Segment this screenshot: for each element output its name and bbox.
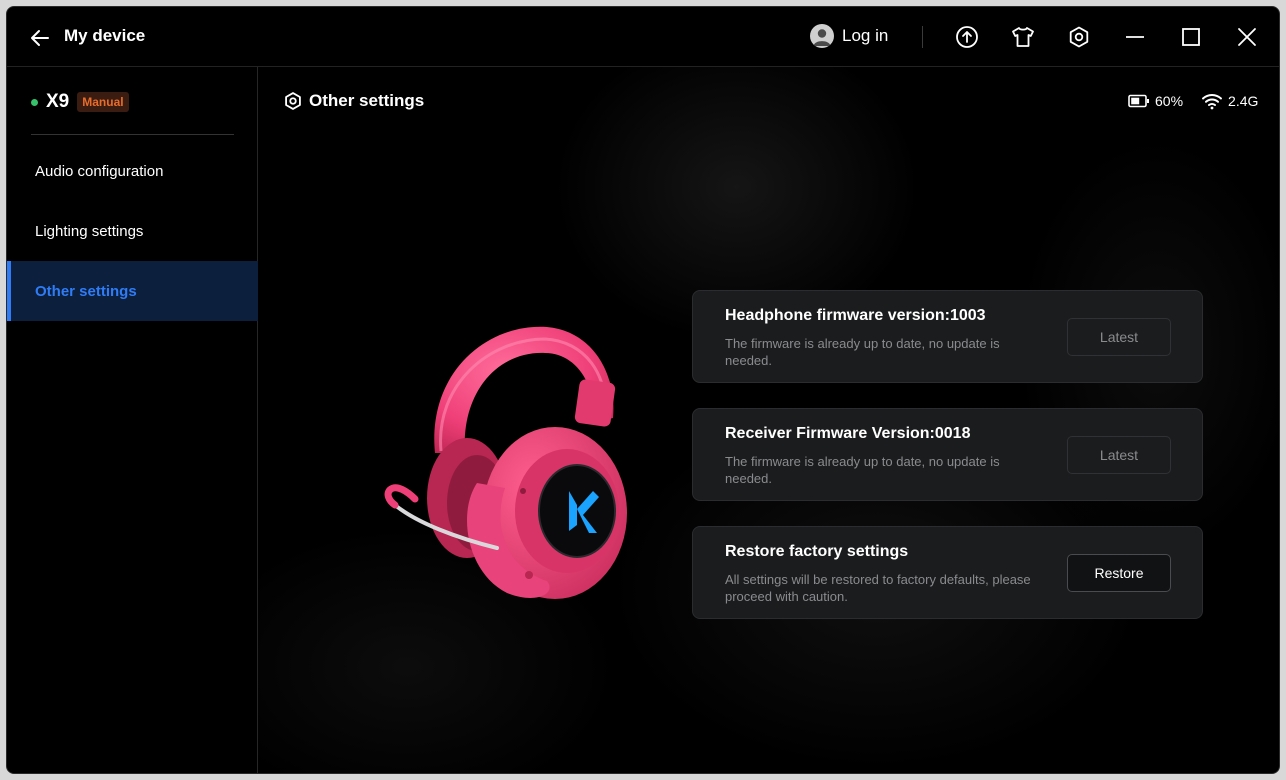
close-icon (1238, 28, 1256, 46)
app-window: My device Log in X9 Manual Audio configu… (6, 6, 1280, 774)
battery-level: 60% (1155, 93, 1184, 109)
skin-button[interactable] (1010, 24, 1036, 50)
sidebar-item-other-settings[interactable]: Other settings (7, 261, 258, 321)
settings-hex-icon (1069, 26, 1089, 48)
sidebar-divider (31, 134, 234, 135)
minimize-button[interactable] (1122, 24, 1148, 50)
restore-factory-card: Restore factory settings All settings wi… (692, 526, 1203, 619)
restore-button[interactable]: Restore (1067, 554, 1171, 592)
battery-icon (1128, 94, 1149, 108)
card-description: The firmware is already up to date, no u… (725, 336, 1000, 368)
section-header: Other settings (283, 91, 424, 111)
close-button[interactable] (1234, 24, 1260, 50)
connection-type: 2.4G (1228, 93, 1259, 109)
sidebar-item-audio-configuration[interactable]: Audio configuration (7, 141, 258, 201)
maximize-button[interactable] (1178, 24, 1204, 50)
battery-status: 60% (1128, 93, 1183, 109)
device-status: 60% 2.4G (1128, 92, 1258, 110)
card-description: The firmware is already up to date, no u… (725, 454, 1000, 486)
titlebar-divider (922, 26, 923, 48)
card-title: Headphone firmware version:1003 (725, 307, 986, 324)
section-title: Other settings (309, 91, 425, 110)
wifi-icon (1202, 93, 1223, 110)
sidebar-item-label: Other settings (35, 282, 137, 300)
device-name: X9 (46, 91, 70, 112)
device-header: X9 Manual (31, 91, 129, 113)
online-status-dot (31, 98, 38, 106)
login-button[interactable]: Log in (810, 24, 888, 48)
receiver-firmware-card: Receiver Firmware Version:0018 The firmw… (692, 408, 1203, 501)
settings-hex-icon (285, 92, 301, 110)
sidebar: X9 Manual Audio configuration Lighting s… (7, 67, 258, 773)
settings-button[interactable] (1066, 24, 1092, 50)
sidebar-item-label: Lighting settings (35, 222, 144, 240)
card-title: Restore factory settings (725, 543, 909, 560)
card-title: Receiver Firmware Version:0018 (725, 425, 971, 442)
tshirt-icon (1012, 27, 1034, 47)
receiver-firmware-latest-button[interactable]: Latest (1067, 436, 1171, 474)
maximize-icon (1182, 28, 1200, 46)
headphone-firmware-card: Headphone firmware version:1003 The firm… (692, 290, 1203, 383)
mode-badge: Manual (77, 92, 129, 112)
connection-status: 2.4G (1201, 92, 1258, 110)
headphone-firmware-latest-button[interactable]: Latest (1067, 318, 1171, 356)
page-title: My device (64, 26, 146, 45)
user-avatar-icon (810, 24, 834, 48)
back-arrow-icon (31, 30, 49, 46)
card-description: All settings will be restored to factory… (725, 572, 1031, 604)
upload-button[interactable] (954, 24, 980, 50)
minimize-icon (1126, 36, 1144, 38)
login-label: Log in (842, 26, 889, 45)
back-button[interactable] (27, 25, 53, 51)
headphone-product-image (384, 326, 627, 599)
upload-icon (956, 26, 978, 48)
sidebar-item-lighting-settings[interactable]: Lighting settings (7, 201, 258, 261)
sidebar-item-label: Audio configuration (35, 162, 164, 180)
title-bar: My device Log in (7, 7, 1279, 67)
